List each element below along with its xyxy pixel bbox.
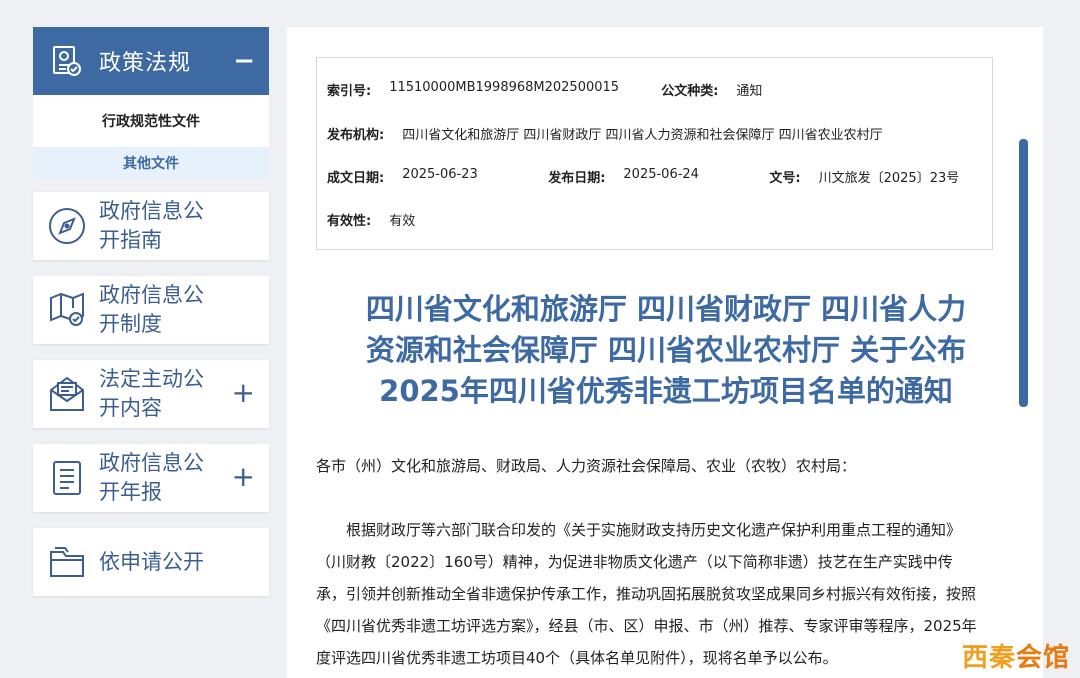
collapse-toggle[interactable]: − xyxy=(233,46,255,76)
validity-value: 有效 xyxy=(389,214,416,229)
expand-plus-icon[interactable]: + xyxy=(232,378,255,408)
title-line: 四川省文化和旅游厅 四川省财政厅 四川省人力 xyxy=(365,292,967,326)
org-label: 发布机构: xyxy=(327,128,385,143)
folder-icon xyxy=(47,542,87,582)
validity-label: 有效性: xyxy=(327,214,372,229)
type-label: 公文种类: xyxy=(661,84,719,99)
type-value: 通知 xyxy=(736,84,763,99)
map-check-icon xyxy=(47,290,87,330)
compass-icon xyxy=(47,206,87,246)
title-line: 资源和社会保障厅 四川省农业农村厅 关于公布 xyxy=(365,333,967,367)
content-panel: 索引号: 11510000MB1998968M202500015 公文种类: 通… xyxy=(287,27,1043,678)
menu-policy-title: 政策法规 xyxy=(99,51,192,76)
index-value: 11510000MB1998968M202500015 xyxy=(389,80,620,95)
published-date-label: 发布日期: xyxy=(548,171,606,186)
sidebar-item-annual-report[interactable]: 政府信息公开年报 + xyxy=(33,444,269,512)
published-date-value: 2025-06-24 xyxy=(623,167,699,182)
sidebar-item-disclosure-system[interactable]: 政府信息公开制度 xyxy=(33,276,269,344)
document-body: 根据财政厅等六部门联合印发的《关于实施财政支持历史文化遗产保护利用重点工程的通知… xyxy=(316,521,977,667)
title-line: 2025年四川省优秀非遗工坊项目名单的通知 xyxy=(379,374,953,408)
expand-plus-icon[interactable]: + xyxy=(232,462,255,492)
sidebar-item-label: 法定主动公开内容 xyxy=(99,367,204,420)
sidebar-item-label: 政府信息公开指南 xyxy=(99,199,204,252)
scrollbar-thumb[interactable] xyxy=(1019,139,1028,407)
doc-number-value: 川文旅发〔2025〕23号 xyxy=(818,171,960,186)
doc-number-label: 文号: xyxy=(769,171,801,186)
watermark-logo: 西秦会馆 xyxy=(961,643,1070,673)
document-list-icon xyxy=(47,458,87,498)
sidebar-item-disclosure-guide[interactable]: 政府信息公开指南 xyxy=(33,192,269,260)
sidebar-item-apply-disclosure[interactable]: 依申请公开 xyxy=(33,528,269,596)
document-title: 四川省文化和旅游厅 四川省财政厅 四川省人力 资源和社会保障厅 四川省农业农村厅… xyxy=(316,289,1016,412)
document-greeting: 各市（州）文化和旅游局、财政局、人力资源社会保障局、农业（农牧）农村局： xyxy=(316,457,857,475)
sidebar-item-statutory-content[interactable]: 法定主动公开内容 + xyxy=(33,360,269,428)
document-metadata-box: 索引号: 11510000MB1998968M202500015 公文种类: 通… xyxy=(316,57,993,250)
sidebar: 政策法规 − 行政规范性文件 其他文件 政府信息公开指南 政府信息公开制度 法定… xyxy=(33,27,269,596)
created-date-label: 成文日期: xyxy=(327,171,385,186)
menu-policy-header[interactable]: 政策法规 − xyxy=(33,27,269,95)
sub-item-normative-docs[interactable]: 行政规范性文件 xyxy=(33,95,269,147)
sidebar-item-label: 依申请公开 xyxy=(99,549,204,574)
org-value: 四川省文化和旅游厅 四川省财政厅 四川省人力资源和社会保障厅 四川省农业农村厅 xyxy=(402,128,883,143)
index-label: 索引号: xyxy=(327,84,372,99)
sidebar-item-label: 政府信息公开年报 xyxy=(99,451,204,504)
sidebar-item-label: 政府信息公开制度 xyxy=(99,283,204,336)
created-date-value: 2025-06-23 xyxy=(402,167,478,182)
certificate-icon xyxy=(49,44,83,78)
mail-open-icon xyxy=(47,374,87,414)
sub-item-other-docs[interactable]: 其他文件 xyxy=(33,147,269,179)
